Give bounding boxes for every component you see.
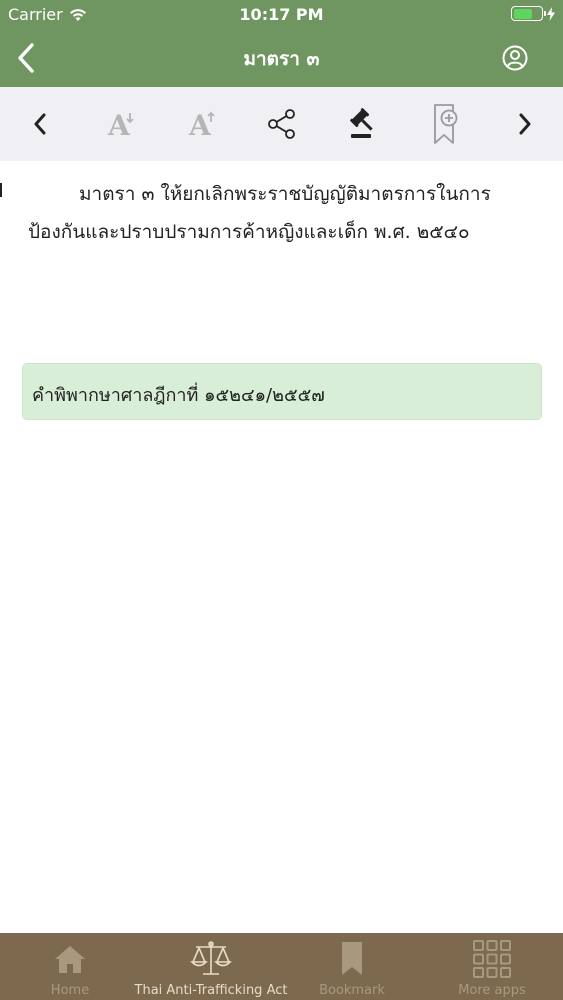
svg-text:A: A [188,109,212,142]
status-time: 10:17 PM [239,5,324,24]
tab-home-label: Home [50,983,90,998]
next-icon [519,113,531,135]
user-circle-icon [502,45,528,71]
court-ruling-link[interactable]: คำพิพากษาศาลฎีกาที่ ๑๕๒๔๑/๒๕๕๗ [22,363,542,420]
law-section-text: มาตรา ๓ ให้ยกเลิกพระราชบัญญัติมาตรการในก… [28,183,491,243]
previous-section-button[interactable] [18,102,62,146]
bookmark-add-icon [434,104,458,144]
tab-bookmark-label: Bookmark [319,983,385,998]
court-ruling-button[interactable] [340,102,384,146]
tab-more-apps[interactable]: More apps [422,933,562,1000]
law-content: มาตรา ๓ ให้ยกเลิกพระราชบัญญัติมาตรการในก… [0,161,563,933]
battery-fill [513,8,533,19]
font-increase-icon: A [188,109,215,142]
tab-anti-trafficking-act-label: Thai Anti-Trafficking Act [134,983,288,998]
svg-text:A: A [107,109,131,142]
battery-indicator [511,6,555,21]
text-cursor-marker [0,183,2,197]
tab-bar: Home Thai Anti-Trafficking Act Bookmark [0,933,563,1000]
tab-anti-trafficking-act[interactable]: Thai Anti-Trafficking Act [135,933,287,1000]
gavel-icon [350,108,373,138]
reading-toolbar: A A [0,87,563,161]
previous-icon [34,113,46,135]
tab-more-apps-label: More apps [458,983,526,998]
page-title: มาตรา ๓ [243,48,320,70]
tab-bookmark[interactable]: Bookmark [282,933,422,1000]
court-ruling-label: คำพิพากษาศาลฎีกาที่ ๑๕๒๔๑/๒๕๕๗ [32,385,325,406]
grid-icon [473,940,511,978]
tab-home[interactable]: Home [0,933,140,1000]
next-section-button[interactable] [503,102,547,146]
profile-button[interactable] [501,44,529,72]
font-decrease-button[interactable]: A [98,102,142,146]
charging-bolt-icon [547,6,555,21]
home-icon [55,946,85,973]
scales-icon [190,941,232,975]
share-icon [268,109,295,139]
font-decrease-icon: A [107,109,134,142]
status-bar: Carrier 10:17 PM [0,0,563,30]
font-increase-button[interactable]: A [179,102,223,146]
share-button[interactable] [260,102,304,146]
add-bookmark-button[interactable] [422,102,466,146]
bookmark-icon [342,942,362,975]
navigation-bar: มาตรา ๓ [0,30,563,87]
battery-icon [511,6,546,21]
